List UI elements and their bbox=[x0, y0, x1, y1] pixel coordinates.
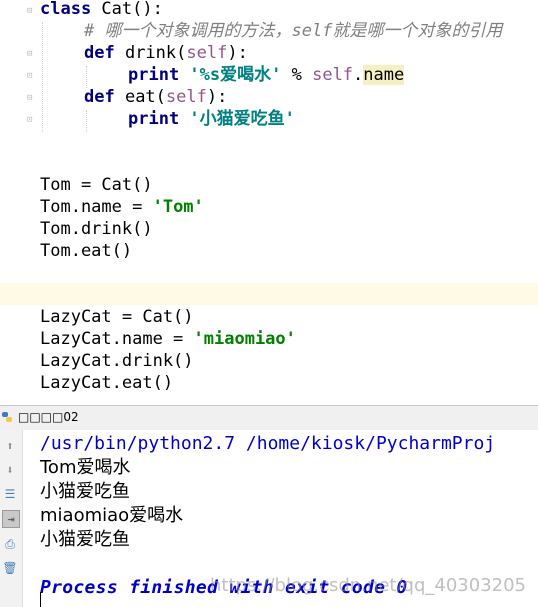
code-line[interactable]: Tom.drink() bbox=[40, 218, 153, 240]
keyword: print bbox=[128, 65, 180, 85]
indent-guide bbox=[86, 110, 87, 132]
trash-icon[interactable]: 🗑 bbox=[2, 560, 18, 576]
keyword: def bbox=[84, 43, 115, 63]
identifier-highlight: name bbox=[363, 65, 405, 85]
run-tab-title[interactable]: □□□□02 bbox=[18, 410, 79, 424]
comment-text: # 哪一个对象调用的方法，self就是哪一个对象的引用 bbox=[84, 21, 503, 41]
fold-marker-icon[interactable]: ⊟ bbox=[27, 92, 36, 104]
code-line[interactable]: # 哪一个对象调用的方法，self就是哪一个对象的引用 bbox=[84, 20, 502, 42]
console-output-line: 小猫爱吃鱼 bbox=[40, 481, 130, 502]
watermark: https://blog.csdn.net/qq_40303205 bbox=[210, 575, 527, 596]
code-line[interactable]: LazyCat.eat() bbox=[40, 372, 173, 394]
fold-marker-icon[interactable]: ⊟ bbox=[27, 5, 36, 17]
console-output-line: 小猫爱吃鱼 bbox=[40, 529, 130, 550]
console-output-line: Tom爱喝水 bbox=[40, 457, 131, 478]
soft-wrap-icon[interactable]: ☰ bbox=[2, 486, 18, 502]
code-line[interactable]: class Cat(): bbox=[40, 0, 163, 20]
code-line[interactable]: Tom.name = 'Tom' bbox=[40, 196, 204, 218]
fold-end-icon[interactable]: ⊡ bbox=[27, 114, 36, 126]
code-text: % bbox=[281, 65, 313, 85]
code-line[interactable]: def eat(self): bbox=[84, 86, 227, 108]
print-icon[interactable]: ⎙ bbox=[2, 536, 18, 552]
code-line[interactable]: LazyCat.drink() bbox=[40, 350, 194, 372]
console-output-line: miaomiao爱喝水 bbox=[40, 505, 184, 526]
current-line-highlight bbox=[0, 283, 538, 305]
string-literal: '%s爱喝水' bbox=[179, 65, 282, 85]
code-line[interactable]: Tom.eat() bbox=[40, 240, 132, 262]
console-command: /usr/bin/python2.7 /home/kiosk/PycharmPr… bbox=[40, 433, 496, 454]
code-line[interactable]: LazyCat = Cat() bbox=[40, 306, 194, 328]
string-literal: '小猫爱吃鱼' bbox=[179, 109, 295, 129]
code-text: drink( bbox=[114, 43, 187, 63]
code-text: eat( bbox=[114, 87, 166, 107]
keyword: class bbox=[40, 0, 92, 19]
scroll-to-end-icon[interactable]: ⇥ bbox=[2, 510, 20, 528]
keyword: print bbox=[128, 109, 180, 129]
code-editor[interactable]: ⊟ ⊟ ⊡ ⊟ ⊡ class Cat(): # 哪一个对象调用的方法，self… bbox=[0, 0, 538, 405]
code-text: ): bbox=[206, 87, 228, 107]
code-text: Cat(): bbox=[91, 0, 163, 19]
code-line[interactable]: print '小猫爱吃鱼' bbox=[128, 108, 295, 130]
console-caret bbox=[40, 592, 41, 607]
self-param: self bbox=[165, 87, 207, 107]
run-tool-window-header[interactable]: □□□□02 bbox=[0, 405, 538, 431]
fold-end-icon[interactable]: ⊡ bbox=[27, 70, 36, 82]
fold-marker-icon[interactable]: ⊟ bbox=[27, 48, 36, 60]
code-line[interactable]: LazyCat.name = 'miaomiao' bbox=[40, 328, 296, 350]
editor-gutter: ⊟ ⊟ ⊡ ⊟ ⊡ bbox=[0, 0, 36, 405]
string-literal: 'miaomiao' bbox=[193, 329, 296, 349]
python-icon bbox=[2, 412, 12, 422]
up-arrow-icon[interactable]: ⬆ bbox=[2, 438, 18, 454]
console-toolbar: ⬆ ⬇ ☰ ⇥ ⎙ 🗑 bbox=[0, 430, 23, 607]
code-line[interactable]: Tom = Cat() bbox=[40, 174, 153, 196]
keyword: def bbox=[84, 87, 115, 107]
string-literal: 'Tom' bbox=[152, 197, 204, 217]
code-text: . bbox=[353, 65, 364, 85]
code-line[interactable]: print '%s爱喝水' % self.name bbox=[128, 64, 405, 86]
indent-guide bbox=[86, 66, 87, 88]
code-text: ): bbox=[227, 43, 248, 63]
self-param: self bbox=[186, 43, 228, 63]
code-text: LazyCat.name = bbox=[40, 329, 194, 349]
self-ref: self bbox=[312, 65, 354, 85]
down-arrow-icon[interactable]: ⬇ bbox=[2, 462, 18, 478]
code-line[interactable]: def drink(self): bbox=[84, 42, 248, 64]
code-text: Tom.name = bbox=[40, 197, 153, 217]
indent-guide bbox=[42, 22, 43, 132]
